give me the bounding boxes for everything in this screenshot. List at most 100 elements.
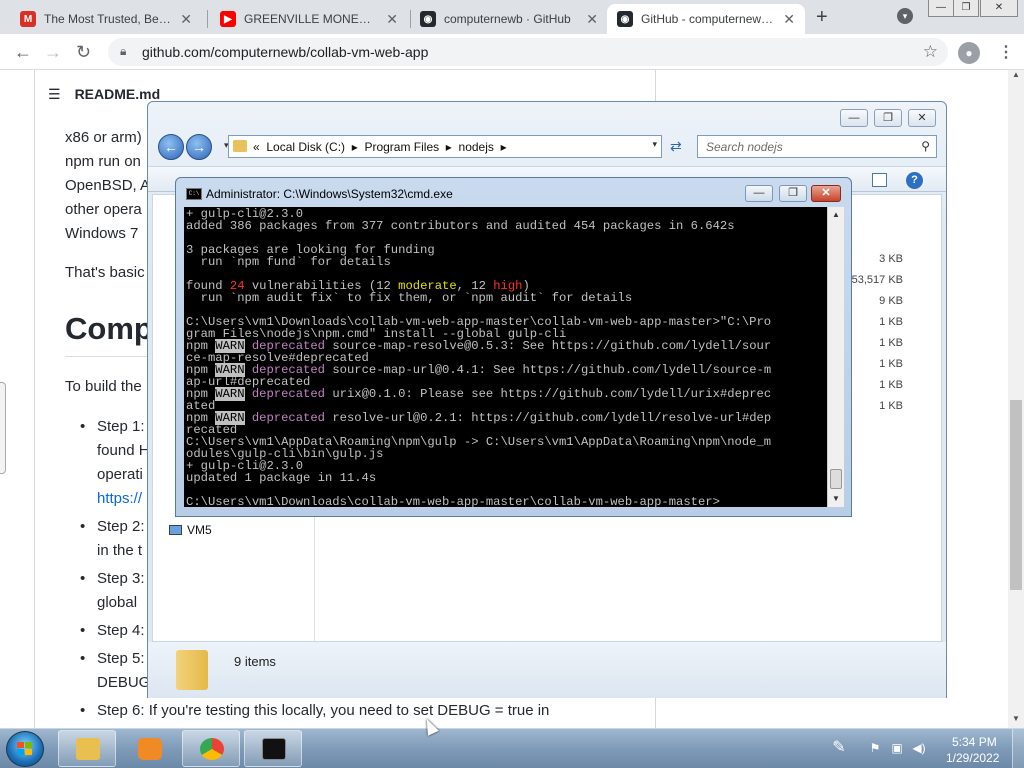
console-scrollbar[interactable]: ▲ ▼ xyxy=(827,207,844,507)
tab-youtube[interactable]: ▶ GREENVILLE MONEY SCR ✕ xyxy=(210,4,408,34)
nav-item-vm5[interactable]: VM5 xyxy=(187,523,212,537)
breadcrumb-item[interactable]: Program Files xyxy=(364,140,439,154)
logo-quadrant xyxy=(17,742,24,748)
console-segment: urix@0.1.0: Please see https://github.co… xyxy=(325,387,772,401)
explorer-search-input[interactable]: Search nodejs ⚲ xyxy=(697,135,937,158)
logo-quadrant xyxy=(25,742,32,748)
search-placeholder: Search nodejs xyxy=(706,140,783,154)
bookmark-star-icon[interactable]: ☆ xyxy=(923,42,938,62)
console-line: npm WARN deprecated urix@0.1.0: Please s… xyxy=(186,387,827,401)
scrollbar-thumb[interactable] xyxy=(1010,400,1022,590)
console-segment: updated 1 package in 11.4s xyxy=(186,471,377,485)
preview-pane-icon[interactable] xyxy=(872,173,887,187)
pen-tablet-icon[interactable]: ✎ xyxy=(826,737,852,756)
window-minimize-button[interactable]: — xyxy=(928,0,954,17)
tab-title: computernewb · GitHub xyxy=(444,12,571,26)
close-tab-icon[interactable]: ✕ xyxy=(586,11,598,28)
network-icon[interactable]: ▣ xyxy=(890,741,904,755)
search-icon[interactable]: ⚲ xyxy=(921,139,930,153)
start-button[interactable] xyxy=(6,731,44,767)
console-segment: run `npm fund` for details xyxy=(186,255,391,269)
explorer-maximize-button[interactable]: ❐ xyxy=(874,109,902,127)
list-icon[interactable]: ☰ xyxy=(48,86,61,102)
window-restore-button[interactable]: ❐ xyxy=(953,0,979,17)
tab-github-profile[interactable]: ◉ computernewb · GitHub ✕ xyxy=(410,4,608,34)
page-scrollbar[interactable]: ▲ ▼ xyxy=(1008,70,1024,728)
github-icon: ◉ xyxy=(420,11,436,27)
console-segment: run `npm audit fix` to fix them, or `npm… xyxy=(186,291,633,305)
gmail-icon: M xyxy=(20,11,36,27)
taskbar-cmd-button[interactable] xyxy=(244,730,302,767)
console-segment: added 386 packages from 377 contributors… xyxy=(186,219,735,233)
forward-arrow-icon[interactable]: → xyxy=(186,134,212,160)
volume-icon[interactable]: ◀) xyxy=(912,741,926,755)
paragraph-line: OpenBSD, A xyxy=(65,177,151,194)
clock-time[interactable]: 5:34 PM xyxy=(952,735,997,749)
breadcrumb-chevron-icon[interactable]: ▸ xyxy=(442,140,455,154)
explorer-address-bar[interactable]: « Local Disk (C:) ▸ Program Files ▸ node… xyxy=(228,135,662,158)
profile-avatar-icon[interactable]: ● xyxy=(958,42,980,64)
console-line: C:\Users\vm1\Downloads\collab-vm-web-app… xyxy=(186,496,827,507)
show-desktop-button[interactable] xyxy=(1012,729,1024,768)
cmd-minimize-button[interactable]: — xyxy=(745,185,773,202)
tab-search-icon[interactable]: ▾ xyxy=(897,8,913,24)
cmd-window: C:\ Administrator: C:\Windows\System32\c… xyxy=(175,177,852,517)
step-link[interactable]: https:// xyxy=(97,490,142,507)
clock-date[interactable]: 1/29/2022 xyxy=(946,751,999,765)
close-tab-icon[interactable]: ✕ xyxy=(783,11,795,28)
refresh-icon[interactable]: ⇄ xyxy=(670,138,682,155)
breadcrumb-item[interactable]: Local Disk (C:) xyxy=(266,140,345,154)
chrome-menu-icon[interactable]: ⋮ xyxy=(998,42,1014,62)
bullet: • xyxy=(80,518,86,535)
address-bar[interactable]: 🔒︎ github.com/computernewb/collab-vm-web… xyxy=(108,38,948,66)
step-text: operati xyxy=(97,466,143,483)
console-segment: source-map-resolve@0.5.3: See https://gi… xyxy=(325,339,772,353)
step-text: global xyxy=(97,594,138,611)
back-arrow-icon[interactable]: ← xyxy=(14,42,32,62)
taskbar-explorer-button[interactable] xyxy=(58,730,116,767)
scroll-down-arrow-icon[interactable]: ▼ xyxy=(828,491,844,507)
scroll-up-arrow-icon[interactable]: ▲ xyxy=(1008,70,1024,84)
breadcrumb-chevron-icon[interactable]: ▸ xyxy=(497,140,507,154)
taskbar-media-player-button[interactable] xyxy=(120,730,178,767)
breadcrumb-overflow[interactable]: « xyxy=(253,140,260,154)
help-icon[interactable]: ? xyxy=(906,172,923,189)
breadcrumb-item[interactable]: nodejs xyxy=(459,140,494,154)
computer-icon xyxy=(169,525,182,535)
cmd-icon[interactable]: C:\ xyxy=(186,188,202,200)
reload-icon[interactable]: ↻ xyxy=(76,42,91,62)
close-tab-icon[interactable]: ✕ xyxy=(386,11,398,28)
new-tab-button[interactable]: + xyxy=(816,6,828,29)
scroll-up-arrow-icon[interactable]: ▲ xyxy=(828,207,844,223)
bullet: • xyxy=(80,702,86,719)
step-text: in the t xyxy=(97,542,143,559)
close-tab-icon[interactable]: ✕ xyxy=(180,11,192,28)
console-output[interactable]: + gulp-cli@2.3.0 added 386 packages from … xyxy=(184,207,827,507)
address-dropdown-icon[interactable]: ▾ xyxy=(652,139,657,150)
chrome-icon xyxy=(200,738,224,760)
breadcrumb-chevron-icon[interactable]: ▸ xyxy=(348,140,361,154)
window-close-button[interactable]: ✕ xyxy=(980,0,1018,17)
scroll-down-arrow-icon[interactable]: ▼ xyxy=(1008,714,1024,728)
bullet: • xyxy=(80,650,86,667)
item-count: 9 items xyxy=(234,654,276,669)
console-segment: source-map-url@0.4.1: See https://github… xyxy=(325,363,772,377)
tab-gmail[interactable]: M The Most Trusted, Best-P ✕ xyxy=(10,4,202,34)
cmd-title: Administrator: C:\Windows\System32\cmd.e… xyxy=(206,187,453,201)
lock-icon[interactable]: 🔒︎ xyxy=(120,44,126,59)
paragraph-line: npm run on xyxy=(65,153,141,170)
action-center-flag-icon[interactable]: ⚑ xyxy=(868,741,882,755)
taskbar-chrome-button[interactable] xyxy=(182,730,240,767)
tab-github-repo[interactable]: ◉ GitHub - computernewb/c ✕ xyxy=(607,4,805,34)
url-text[interactable]: github.com/computernewb/collab-vm-web-ap… xyxy=(142,44,428,60)
explorer-close-button[interactable]: ✕ xyxy=(908,109,936,127)
bullet: • xyxy=(80,570,86,587)
scrollbar-thumb[interactable] xyxy=(830,469,842,489)
cmd-close-button[interactable]: ✕ xyxy=(811,185,841,202)
cmd-icon xyxy=(262,738,286,760)
back-arrow-icon[interactable]: ← xyxy=(158,134,184,160)
explorer-minimize-button[interactable]: — xyxy=(840,109,868,127)
forward-arrow-icon[interactable]: → xyxy=(44,42,62,62)
file-size: 3 KB xyxy=(879,253,903,265)
cmd-maximize-button[interactable]: ❐ xyxy=(779,185,807,202)
